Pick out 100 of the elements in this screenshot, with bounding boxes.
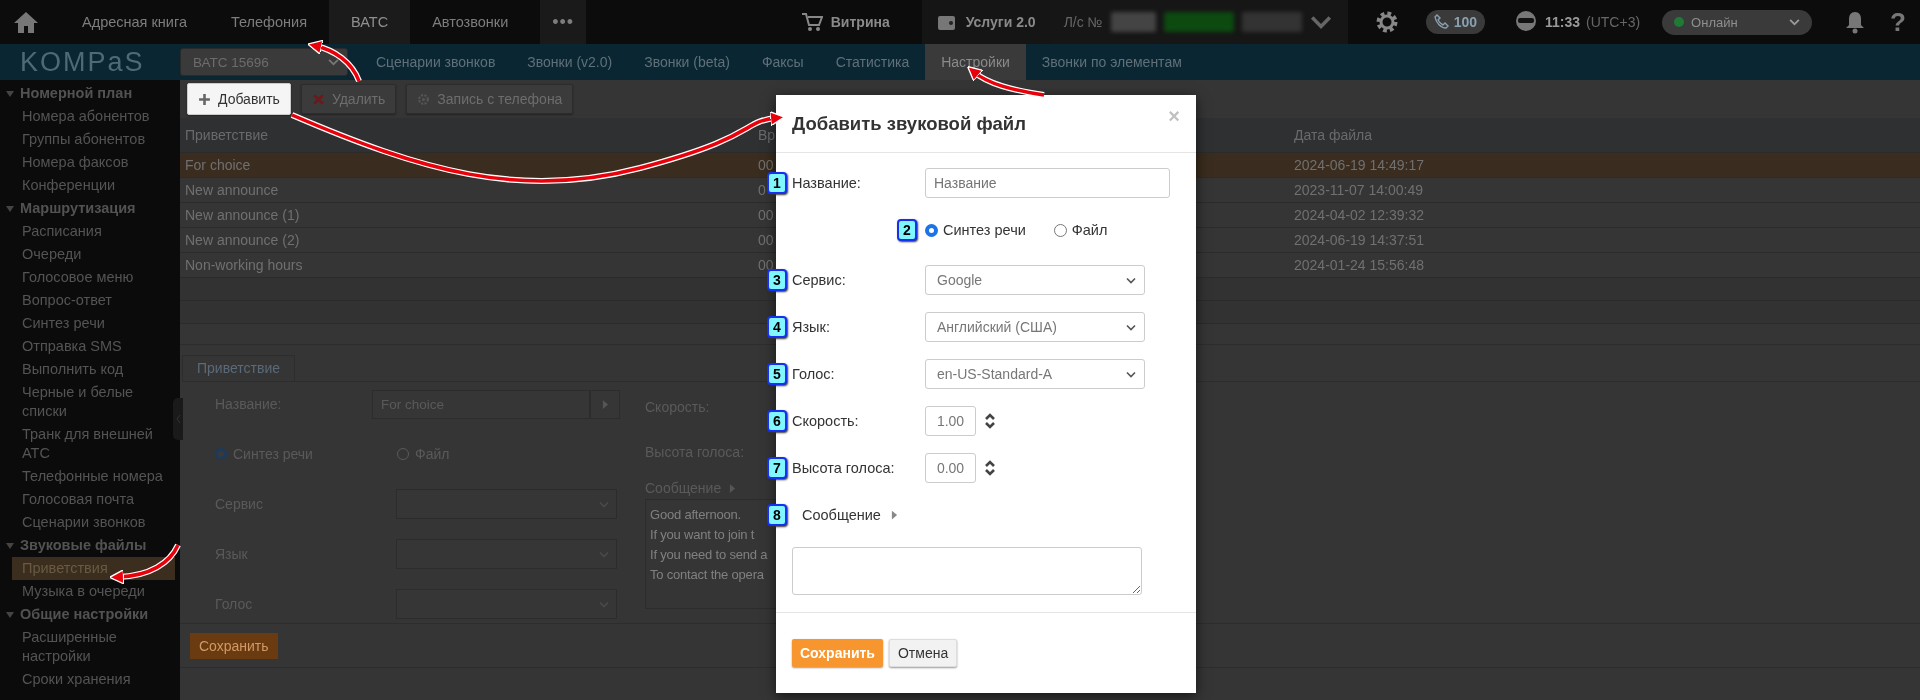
column-header: Дата файла bbox=[1294, 127, 1372, 143]
spinner-icon[interactable] bbox=[984, 459, 996, 477]
table-cell: 0 bbox=[758, 182, 766, 198]
phone-icon bbox=[1433, 14, 1450, 30]
expand-icon bbox=[6, 205, 14, 213]
field-label: Название: bbox=[792, 175, 862, 191]
column-header: Приветствие bbox=[185, 127, 268, 143]
chevron-icon bbox=[1126, 323, 1136, 331]
sidebar-item[interactable]: Конференции bbox=[0, 174, 177, 197]
select-field[interactable] bbox=[396, 589, 617, 619]
dialog-title: Добавить звуковой файл bbox=[792, 112, 1026, 135]
step-badge: 8 bbox=[767, 504, 787, 526]
sidebar-item[interactable]: Выполнить код bbox=[0, 358, 177, 381]
plus-icon bbox=[198, 92, 211, 106]
top-tab[interactable]: ВАТС bbox=[329, 0, 411, 44]
top-tab[interactable]: Адресная книга bbox=[60, 0, 209, 44]
store-link[interactable]: Витрина bbox=[786, 0, 904, 44]
column-header: Вр bbox=[758, 127, 776, 143]
chevron-icon bbox=[1126, 276, 1136, 284]
nav-tab[interactable]: Статистика bbox=[819, 44, 926, 80]
table-cell: 00 bbox=[758, 232, 774, 248]
toolbar-button[interactable]: Добавить bbox=[187, 83, 291, 115]
table-cell: New announce (1) bbox=[185, 207, 300, 223]
sidebar-item[interactable]: Вопрос-ответ bbox=[0, 289, 177, 312]
sidebar-group[interactable]: Маршрутизация bbox=[0, 197, 180, 220]
sidebar-item[interactable]: Телефонные номера bbox=[0, 465, 177, 488]
timezone-label: (UTC+3) bbox=[1586, 14, 1641, 30]
arrow bbox=[307, 39, 362, 83]
sidebar-item[interactable]: Сценарии звонков bbox=[0, 511, 177, 534]
sidebar-item[interactable]: Сроки хранения bbox=[0, 668, 177, 691]
account-selector[interactable]: Л/с № bbox=[1049, 0, 1348, 44]
home-icon[interactable] bbox=[13, 10, 39, 34]
expand-icon bbox=[6, 611, 14, 619]
services-link[interactable]: Услуги 2.0 bbox=[921, 0, 1050, 44]
sidebar-item[interactable]: Голосовое меню bbox=[0, 266, 177, 289]
sidebar-group[interactable]: Номерной план bbox=[0, 82, 180, 105]
table-cell: 2024-06-19 14:49:17 bbox=[1294, 157, 1424, 173]
lines-counter[interactable]: 100 bbox=[1425, 10, 1485, 34]
field-label: Скорость: bbox=[792, 413, 860, 429]
sidebar-group[interactable]: Общие настройки bbox=[0, 603, 180, 626]
sidebar-item[interactable]: Музыка в очереди bbox=[0, 580, 177, 603]
select-field[interactable] bbox=[396, 489, 617, 519]
sidebar-item[interactable]: Номера абонентов bbox=[0, 105, 177, 128]
nav-tab[interactable]: Факсы bbox=[745, 44, 820, 80]
select-field[interactable]: en-US-Standard-A bbox=[925, 359, 1145, 389]
nav-tab[interactable]: Звонки по элементам bbox=[1025, 44, 1198, 80]
number-input[interactable]: 0.00 bbox=[925, 453, 976, 483]
table-cell: New announce bbox=[185, 182, 279, 198]
select-field[interactable]: Google bbox=[925, 265, 1145, 295]
sidebar-item[interactable]: Отправка SMS bbox=[0, 335, 177, 358]
panel-tab[interactable]: Приветствие bbox=[182, 355, 295, 381]
gear-icon bbox=[417, 92, 431, 106]
step-badge: 3 bbox=[767, 269, 787, 291]
close-button[interactable]: × bbox=[1168, 105, 1180, 128]
sidebar-item[interactable]: Синтез речи bbox=[0, 312, 177, 335]
sidebar-item[interactable]: Транк для внешней АТС bbox=[0, 423, 177, 465]
status-select[interactable]: Онлайн bbox=[1662, 9, 1813, 35]
sidebar-item[interactable]: Очереди bbox=[0, 243, 177, 266]
nav-tab[interactable]: Звонки (v2.0) bbox=[511, 44, 629, 80]
field-label: Голос: bbox=[792, 366, 836, 382]
sidebar-item[interactable]: Расписания bbox=[0, 220, 177, 243]
table-cell: For choice bbox=[185, 157, 251, 173]
sidebar-item[interactable]: Голосовая почта bbox=[0, 488, 177, 511]
number-input[interactable]: 1.00 bbox=[925, 406, 976, 436]
help-button[interactable]: ? bbox=[1890, 6, 1906, 38]
sidebar-item[interactable]: Расширенные настройки bbox=[0, 626, 177, 668]
top-tab[interactable]: Автозвонки bbox=[410, 0, 531, 44]
table-cell: 2024-04-02 12:39:32 bbox=[1294, 207, 1424, 223]
sidebar-item[interactable]: Номера факсов bbox=[0, 151, 177, 174]
select-field[interactable]: Английский (США) bbox=[925, 312, 1145, 342]
field-label: Язык: bbox=[792, 319, 831, 335]
close-icon bbox=[311, 92, 325, 106]
nav-tab[interactable]: Звонки (beta) bbox=[628, 44, 746, 80]
top-tab[interactable]: ••• bbox=[540, 0, 587, 44]
step-badge: 6 bbox=[767, 410, 787, 432]
table-cell: Non-working hours bbox=[185, 257, 303, 273]
field-label: Высота голоса: bbox=[792, 460, 896, 476]
message-input[interactable] bbox=[792, 547, 1142, 595]
table-cell: 00 bbox=[758, 207, 774, 223]
logo: KOMPaS bbox=[20, 46, 145, 78]
save-button[interactable]: Сохранить bbox=[190, 632, 278, 659]
name-input[interactable]: Название bbox=[925, 168, 1170, 198]
expand-icon bbox=[6, 542, 14, 550]
collapse-handle[interactable] bbox=[173, 398, 183, 440]
top-tab[interactable]: Телефония bbox=[208, 0, 330, 44]
sidebar-item[interactable]: Черные и белые списки bbox=[0, 381, 177, 423]
select-field[interactable] bbox=[396, 539, 617, 569]
save-button[interactable]: Сохранить bbox=[792, 639, 883, 667]
sidebar-item[interactable]: Группы абонентов bbox=[0, 128, 177, 151]
chevron-icon bbox=[1126, 370, 1136, 378]
nav-tab[interactable]: Сценарии звонков bbox=[360, 44, 512, 80]
nav-tab[interactable]: Настройки bbox=[925, 44, 1026, 80]
spinner-icon[interactable] bbox=[984, 412, 996, 430]
bell-icon[interactable] bbox=[1844, 10, 1867, 34]
expand-icon bbox=[6, 90, 14, 98]
chevron-icon bbox=[328, 58, 339, 66]
field-label: Сообщение bbox=[802, 507, 881, 523]
step-badge: 2 bbox=[897, 219, 917, 241]
sidebar-group[interactable]: Звуковые файлы bbox=[0, 534, 180, 557]
cancel-button[interactable]: Отмена bbox=[888, 639, 958, 667]
